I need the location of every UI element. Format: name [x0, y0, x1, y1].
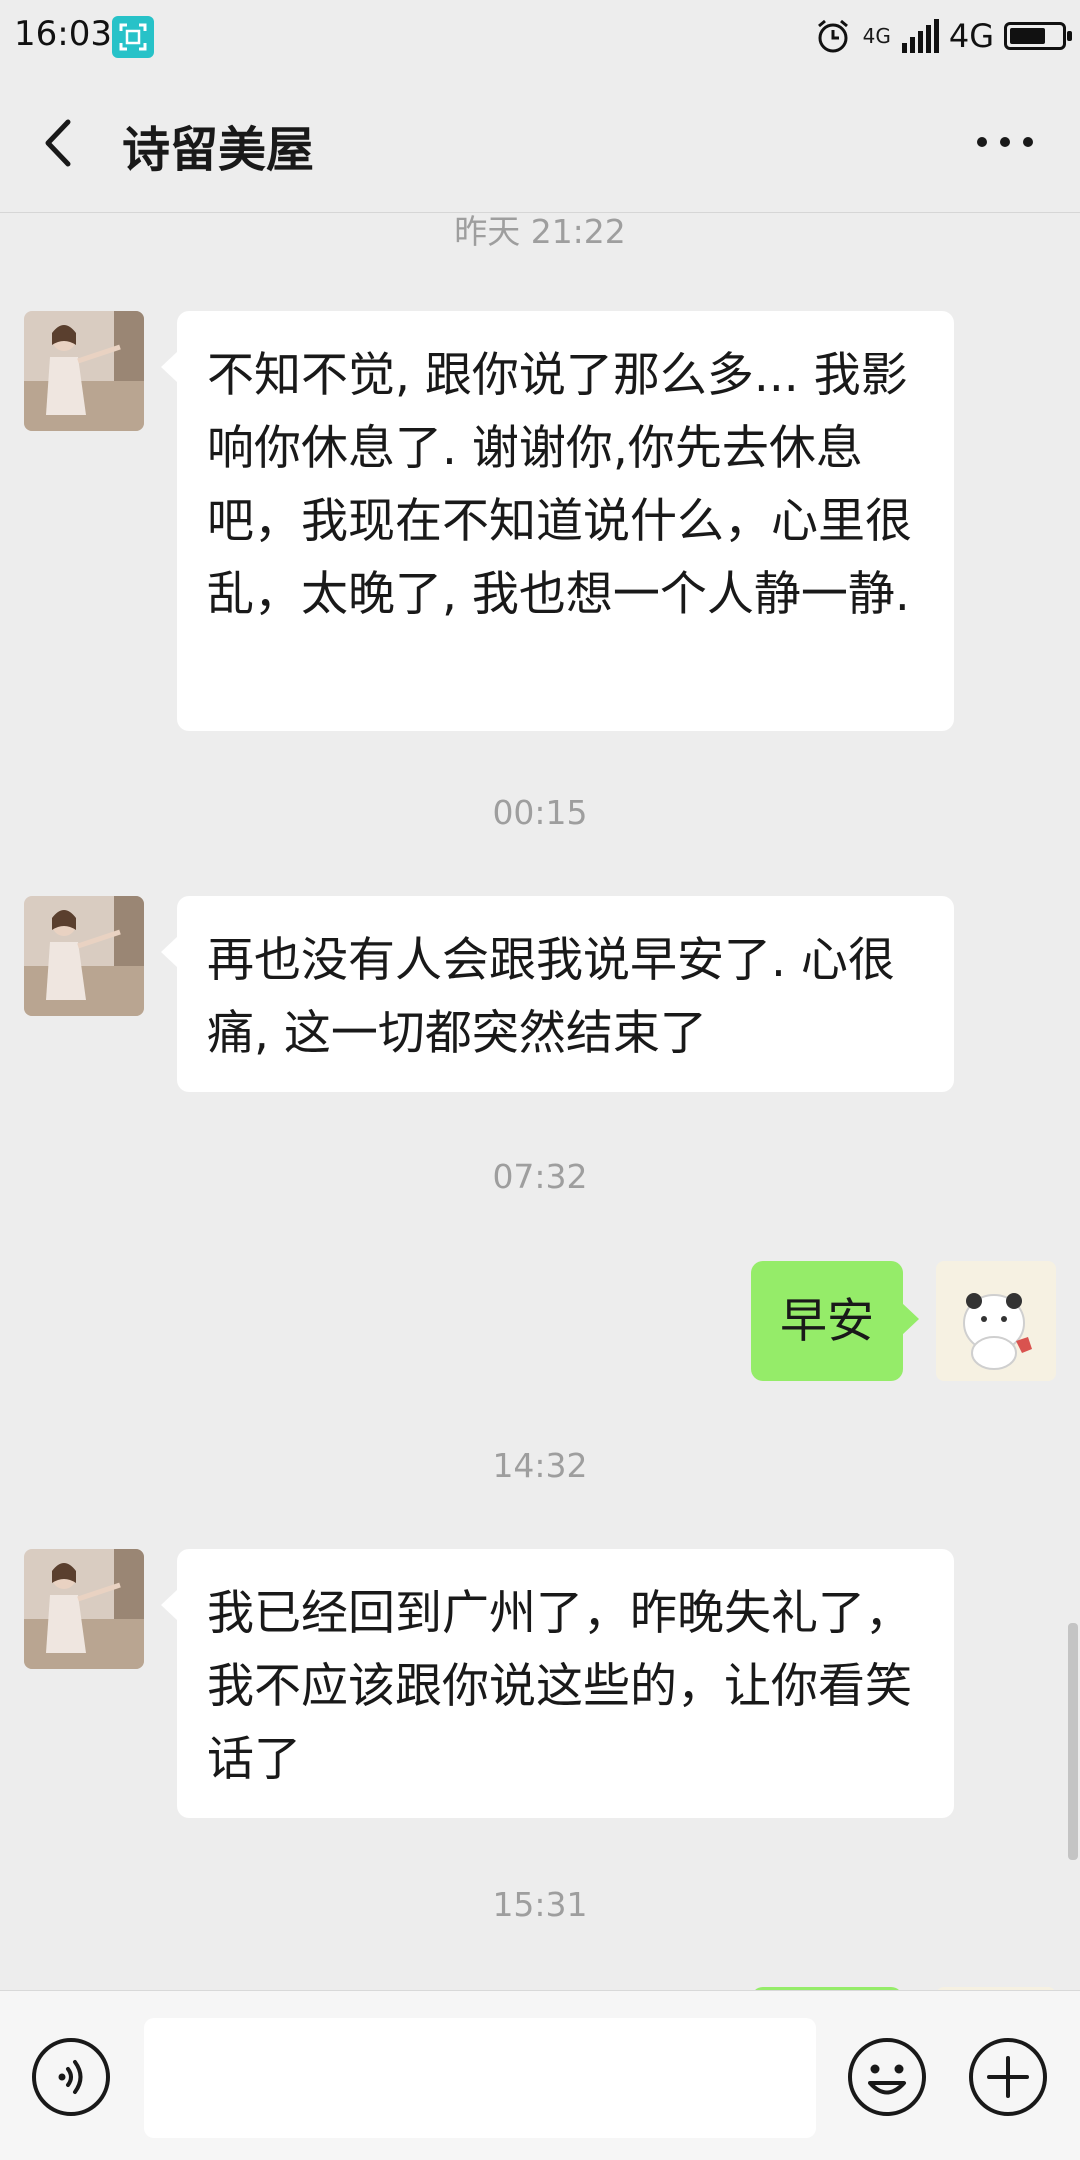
chat-title: 诗留美屋	[122, 122, 315, 178]
network-small-label: 4G	[862, 24, 891, 48]
scan-icon	[112, 16, 154, 58]
status-time: 16:03	[14, 14, 112, 54]
timestamp: 14:32	[492, 1446, 588, 1485]
chat-screen: 16:03 4G 4G 诗留美屋 昨天 21:22 不知不觉, 跟你说了那么多.…	[0, 0, 1080, 2160]
title-bar: 诗留美屋	[0, 72, 1080, 213]
message-input[interactable]	[144, 2018, 816, 2138]
scrollbar[interactable]	[1068, 1623, 1078, 1860]
timestamp: 昨天 21:22	[454, 213, 626, 251]
more-button[interactable]	[970, 112, 1040, 172]
alarm-icon	[817, 19, 848, 53]
emoji-button[interactable]	[846, 2036, 928, 2118]
back-button[interactable]	[30, 108, 90, 178]
battery-fill	[1010, 28, 1045, 44]
contact-photo	[24, 1549, 144, 1669]
message-bubble-incoming[interactable]: 不知不觉, 跟你说了那么多... 我影响你休息了. 谢谢你,你先去休息吧，我现在…	[161, 311, 954, 731]
status-bar: 16:03 4G 4G	[0, 0, 1080, 72]
status-right: 4G 4G	[813, 12, 1072, 60]
voice-button[interactable]	[30, 2036, 112, 2118]
contact-avatar[interactable]	[24, 311, 144, 431]
battery-icon	[1004, 22, 1072, 50]
contact-photo	[24, 896, 144, 1016]
voice-icon	[32, 2038, 110, 2116]
plus-icon	[969, 2038, 1047, 2116]
emoji-icon	[848, 2038, 926, 2116]
signal-icon	[901, 19, 939, 53]
message-list[interactable]: 昨天 21:22 不知不觉, 跟你说了那么多... 我影响你休息了. 谢谢你,你…	[0, 213, 1080, 1990]
message-bubble-outgoing[interactable]: 早安	[751, 1261, 919, 1381]
plus-button[interactable]	[967, 2036, 1049, 2118]
message-bubble-incoming[interactable]: 我已经回到广州了，昨晚失礼了，我不应该跟你说这些的，让你看笑话了	[161, 1549, 954, 1818]
timestamp: 07:32	[492, 1157, 588, 1196]
input-bar	[0, 1990, 1080, 2160]
back-arrow-icon	[45, 119, 71, 167]
network-label: 4G	[948, 17, 994, 55]
contact-photo	[24, 311, 144, 431]
contact-avatar[interactable]	[24, 896, 144, 1016]
more-dots-icon	[977, 137, 1033, 147]
my-avatar[interactable]	[936, 1261, 1056, 1381]
contact-avatar[interactable]	[24, 1549, 144, 1669]
timestamp: 15:31	[492, 1885, 588, 1924]
message-bubble-incoming[interactable]: 再也没有人会跟我说早安了. 心很痛, 这一切都突然结束了	[161, 896, 954, 1092]
timestamp: 00:15	[492, 793, 588, 832]
panda-sticker-avatar	[936, 1261, 1056, 1381]
